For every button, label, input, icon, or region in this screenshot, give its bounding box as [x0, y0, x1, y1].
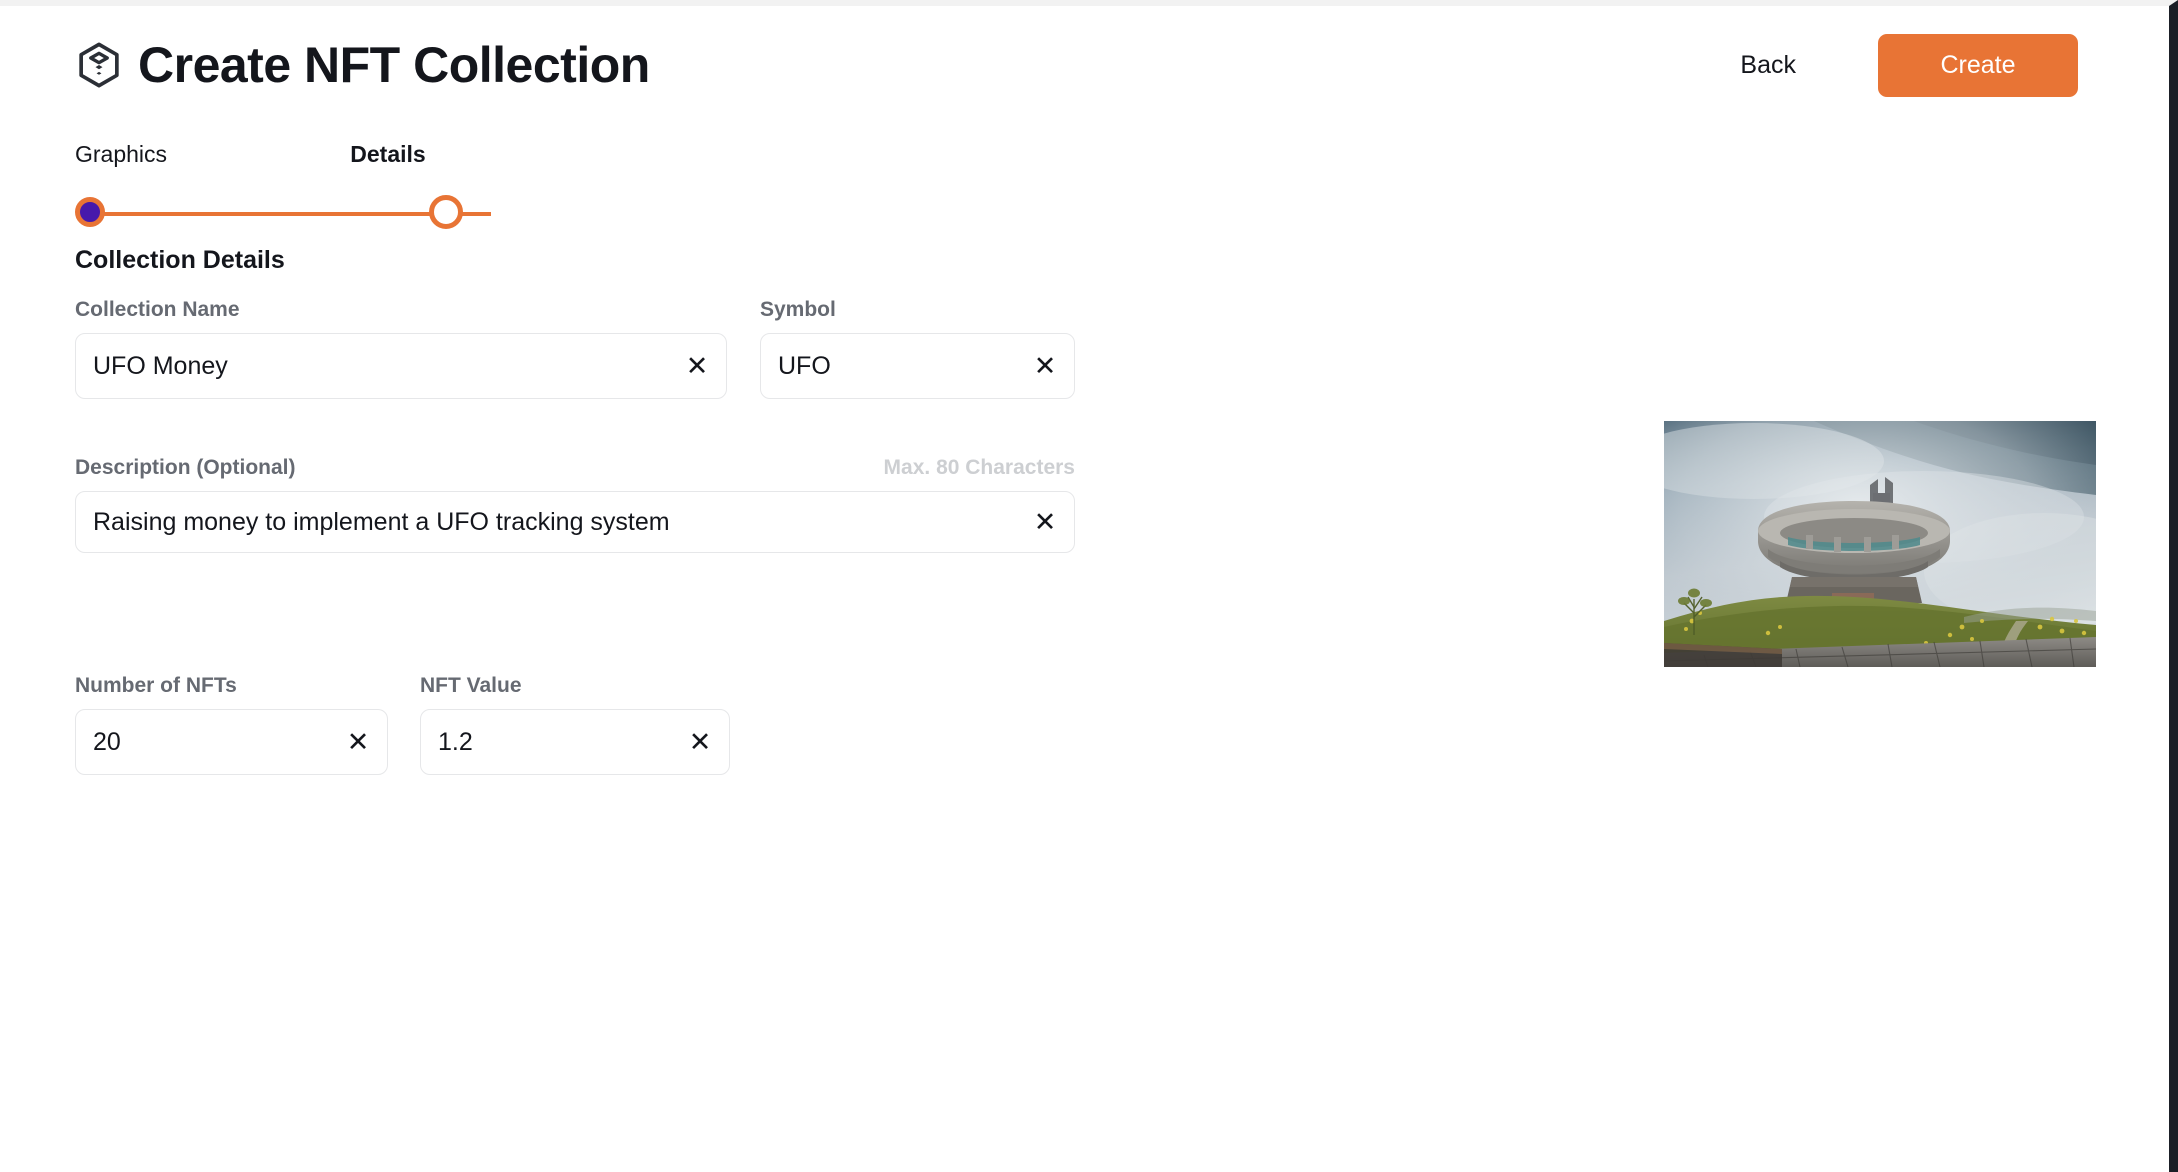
create-nft-collection-page: Create NFT Collection Back Create Graphi…: [0, 0, 2178, 1172]
description-max-characters-hint: Max. 80 Characters: [883, 456, 1075, 479]
close-icon[interactable]: ✕: [687, 728, 713, 755]
step-dot-graphics[interactable]: [75, 197, 105, 227]
step-dot-details[interactable]: [429, 195, 463, 229]
step-label-details: Details: [350, 141, 426, 167]
number-of-nfts-input[interactable]: [76, 710, 387, 774]
close-icon[interactable]: ✕: [1032, 508, 1058, 535]
field-symbol: Symbol ✕: [760, 298, 1075, 399]
page-header: Create NFT Collection Back Create: [0, 20, 2160, 110]
collection-name-input-wrap[interactable]: ✕: [75, 333, 727, 399]
collection-name-input[interactable]: [76, 334, 726, 398]
close-icon[interactable]: ✕: [684, 352, 710, 379]
cube-hexagon-icon: [79, 42, 119, 88]
description-label: Description (Optional): [75, 456, 296, 479]
symbol-input-wrap[interactable]: ✕: [760, 333, 1075, 399]
description-input-wrap[interactable]: ✕: [75, 491, 1075, 553]
field-head: Description (Optional) Max. 80 Character…: [75, 456, 1075, 480]
field-description: Description (Optional) Max. 80 Character…: [75, 456, 1075, 553]
page-title: Create NFT Collection: [138, 37, 650, 93]
symbol-input[interactable]: [761, 334, 1074, 398]
symbol-label: Symbol: [760, 298, 836, 321]
close-icon[interactable]: ✕: [1032, 352, 1058, 379]
close-icon[interactable]: ✕: [345, 728, 371, 755]
number-of-nfts-label: Number of NFTs: [75, 674, 237, 697]
form-row-description: Description (Optional) Max. 80 Character…: [75, 456, 1075, 553]
form-row-name-symbol: Collection Name ✕ Symbol ✕: [75, 298, 1075, 399]
field-head: NFT Value: [420, 674, 730, 698]
stepper-track: [75, 195, 505, 231]
ufo-monument-illustration: [1664, 421, 2096, 667]
title-group: Create NFT Collection: [78, 40, 650, 90]
back-button[interactable]: Back: [1734, 47, 1802, 84]
field-collection-name: Collection Name ✕: [75, 298, 727, 399]
step-label-graphics: Graphics: [75, 141, 168, 167]
progress-stepper: Graphics Details: [75, 141, 505, 231]
description-input[interactable]: [76, 492, 1074, 552]
field-number-of-nfts: Number of NFTs ✕: [75, 674, 388, 775]
stepper-labels: Graphics Details: [75, 141, 505, 177]
field-head: Symbol: [760, 298, 1075, 322]
nft-value-label: NFT Value: [420, 674, 522, 697]
header-actions: Back Create: [1734, 33, 2078, 97]
number-of-nfts-input-wrap[interactable]: ✕: [75, 709, 388, 775]
nft-value-input[interactable]: [421, 710, 729, 774]
nft-value-input-wrap[interactable]: ✕: [420, 709, 730, 775]
field-nft-value: NFT Value ✕: [420, 674, 730, 775]
section-title-collection-details: Collection Details: [75, 246, 285, 274]
field-head: Collection Name: [75, 298, 727, 322]
form-row-quantity-value: Number of NFTs ✕ NFT Value ✕: [75, 674, 730, 775]
collection-preview-image: [1664, 421, 2096, 667]
create-button[interactable]: Create: [1878, 33, 2078, 97]
collection-name-label: Collection Name: [75, 298, 240, 321]
field-head: Number of NFTs: [75, 674, 388, 698]
